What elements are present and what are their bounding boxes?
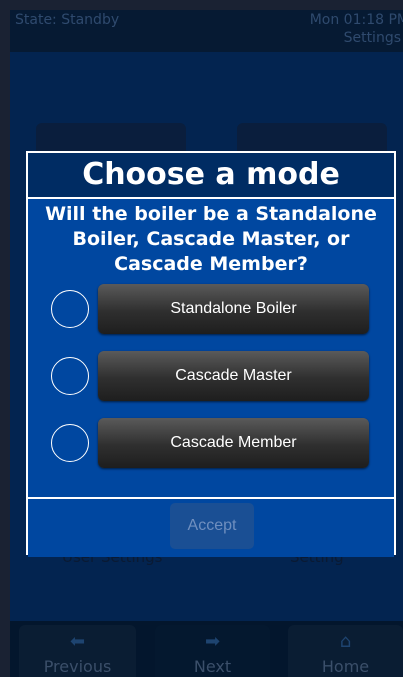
bottom-nav: ⬅ Previous ➡ Next ⌂ Home [10,621,403,677]
previous-label: Previous [43,657,112,676]
arrow-left-icon: ⬅ [69,631,86,652]
choose-mode-dialog: Choose a mode Will the boiler be a Stand… [26,151,396,557]
radio-member[interactable] [51,424,89,462]
home-button[interactable]: ⌂ Home [288,625,403,677]
clock-text: Mon 01:18 PM [309,12,403,28]
option-row-member: Cascade Member [28,418,394,470]
accept-button[interactable]: Accept [170,503,254,549]
radio-master[interactable] [51,357,89,395]
dialog-footer: Accept [28,497,394,557]
standalone-boiler-button[interactable]: Standalone Boiler [98,284,369,334]
arrow-right-icon: ➡ [204,631,221,652]
option-row-master: Cascade Master [28,351,394,403]
home-label: Home [321,657,370,676]
dialog-title: Choose a mode [28,153,394,199]
option-row-standalone: Standalone Boiler [28,284,394,336]
cascade-member-button[interactable]: Cascade Member [98,418,369,468]
previous-button[interactable]: ⬅ Previous [19,625,136,677]
radio-standalone[interactable] [51,290,89,328]
dialog-question-text: Will the boiler be a Standalone Boiler, … [45,203,377,275]
cascade-master-button[interactable]: Cascade Master [98,351,369,401]
dialog-question: Will the boiler be a Standalone Boiler, … [28,202,394,277]
page-label: Settings [343,30,401,46]
home-icon: ⌂ [339,631,352,652]
status-bar: State: Standby Mon 01:18 PM Settings [10,10,403,52]
next-button[interactable]: ➡ Next [155,625,270,677]
state-text: State: Standby [15,12,120,28]
next-label: Next [193,657,232,676]
